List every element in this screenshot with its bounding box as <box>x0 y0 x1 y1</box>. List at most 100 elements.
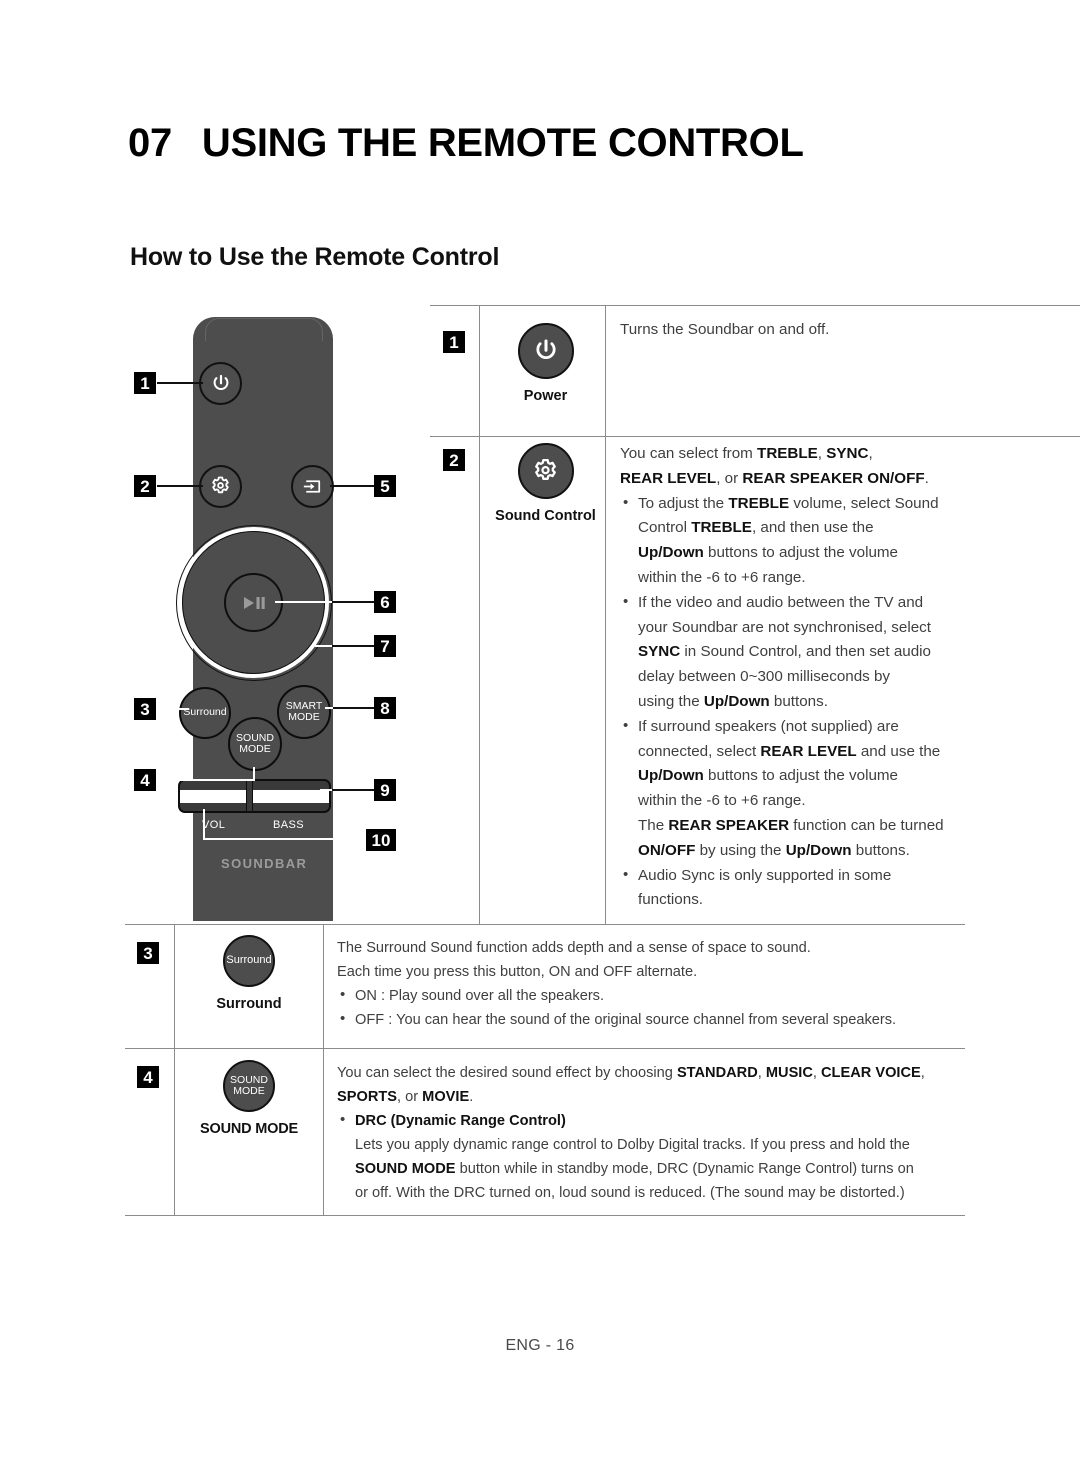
rocker-band <box>180 790 329 803</box>
list-item: ON : Play sound over all the speakers. <box>337 983 1077 1008</box>
table-row-2-icon-label: Sound Control <box>495 508 596 524</box>
source-input-icon <box>303 480 321 493</box>
callout-badge-6: 6 <box>374 591 396 613</box>
table-row-1-text: Turns the Soundbar on and off. <box>620 318 955 343</box>
leader-line-10-h <box>203 838 370 840</box>
table-vline-icon-bottom <box>323 924 325 1215</box>
remote-top-inset <box>205 318 323 341</box>
power-icon <box>213 374 228 390</box>
remote-surround-label: Surround <box>183 706 227 719</box>
gear-icon <box>212 476 229 494</box>
remote-vol-label: VOL <box>202 819 226 831</box>
table-rule-bottom <box>125 1215 965 1217</box>
remote-brand-label: SOUNDBAR <box>221 856 308 871</box>
table-rule-top <box>430 305 1080 307</box>
callout-badge-1: 1 <box>134 372 156 394</box>
remote-smart-mode-button: SMART MODE <box>277 685 331 739</box>
row2-line-1: You can select from TREBLE, SYNC, <box>620 445 873 462</box>
callout-badge-10: 10 <box>366 829 396 851</box>
table-row-3-icon-cell: Surround Surround <box>187 935 311 1012</box>
table-row-3-text: The Surround Sound function adds depth a… <box>337 936 1077 1032</box>
row4-bullets: DRC (Dynamic Range Control) Lets you app… <box>337 1108 1080 1205</box>
callout-badge-7: 7 <box>374 635 396 657</box>
chapter-title: USING THE REMOTE CONTROL <box>201 121 804 165</box>
leader-line-9 <box>332 789 377 791</box>
rocker-divider <box>246 781 253 811</box>
remote-sound-mode-label: SOUND MODE <box>236 732 274 755</box>
remote-power-button <box>199 362 242 405</box>
leader-line-2 <box>157 485 203 487</box>
leader-line-6 <box>332 601 377 603</box>
play-pause-icon <box>243 596 265 609</box>
remote-control-diagram: Surround SMART MODE SOUND MODE VOL BASS … <box>125 305 430 925</box>
page-footer: ENG - 16 <box>505 1337 575 1354</box>
table-row-1-icon-label: Power <box>523 388 568 404</box>
table-row-2-icon-cell: Sound Control <box>493 443 598 524</box>
sound-mode-graphic-line2: MODE <box>233 1085 265 1097</box>
table-row-3-number: 3 <box>137 942 159 964</box>
row2-bullets: To adjust the TREBLE volume, select Soun… <box>620 491 970 914</box>
table-rule-2 <box>125 924 965 926</box>
list-item: Audio Sync is only supported in some fun… <box>620 863 970 914</box>
leader-line-6-white <box>275 601 333 603</box>
leader-line-8 <box>333 707 377 709</box>
power-icon <box>535 339 556 359</box>
row1-line-1: Turns the Soundbar on and off. <box>620 321 830 338</box>
table-row-2-text: You can select from TREBLE, SYNC, REAR L… <box>620 442 970 913</box>
leader-line-7 <box>332 645 377 647</box>
sound-mode-line2: MODE <box>239 743 271 755</box>
list-item: OFF : You can hear the sound of the orig… <box>337 1007 1077 1032</box>
smart-mode-line2: MODE <box>288 711 320 723</box>
table-row-4-icon-label: SOUND MODE <box>200 1121 298 1137</box>
surround-graphic-label: Surround <box>226 954 272 967</box>
remote-volume-bass-rocker <box>178 779 331 813</box>
table-vline-text-top <box>605 305 607 924</box>
remote-source-button <box>291 465 334 508</box>
callout-badge-5: 5 <box>374 475 396 497</box>
list-item: To adjust the TREBLE volume, select Soun… <box>620 491 970 591</box>
sound-mode-graphic-label: SOUND MODE <box>230 1074 268 1097</box>
callout-badge-4: 4 <box>134 769 156 791</box>
remote-sound-mode-button: SOUND MODE <box>228 717 282 771</box>
row2-line-2: REAR LEVEL, or REAR SPEAKER ON/OFF. <box>620 469 929 487</box>
table-vline-num <box>174 924 176 1215</box>
leader-line-3 <box>157 708 189 710</box>
power-button-graphic <box>517 323 574 379</box>
chapter-heading: 07 USING THE REMOTE CONTROL <box>128 121 968 166</box>
callout-badge-2: 2 <box>134 475 156 497</box>
table-row-4-icon-cell: SOUND MODE SOUND MODE <box>177 1060 321 1137</box>
sound-control-button-graphic <box>517 443 574 499</box>
chapter-number: 07 <box>128 121 172 165</box>
table-row-1-number: 1 <box>443 331 465 353</box>
callout-badge-3: 3 <box>134 698 156 720</box>
list-item: DRC (Dynamic Range Control) Lets you app… <box>337 1108 1080 1205</box>
table-row-2-number: 2 <box>443 449 465 471</box>
remote-bass-label: BASS <box>273 819 304 831</box>
surround-button-graphic: Surround <box>223 935 275 987</box>
remote-sound-control-button <box>199 465 242 508</box>
callout-badge-8: 8 <box>374 697 396 719</box>
table-row-4-text: You can select the desired sound effect … <box>337 1061 1080 1205</box>
leader-line-1 <box>157 382 203 384</box>
remote-smart-mode-label: SMART MODE <box>286 700 323 723</box>
sound-mode-button-graphic: SOUND MODE <box>223 1060 275 1112</box>
row3-bullets: ON : Play sound over all the speakers. O… <box>337 983 1077 1032</box>
leader-line-4-h <box>157 779 255 781</box>
manual-page: 07 USING THE REMOTE CONTROL How to Use th… <box>0 0 1080 1479</box>
row3-line-2: Each time you press this button, ON and … <box>337 964 698 980</box>
row4-line-1: You can select the desired sound effect … <box>337 1065 925 1081</box>
row4-line-2: SPORTS, or MOVIE. <box>337 1089 474 1105</box>
leader-line-10-v <box>203 809 205 839</box>
list-item: If surround speakers (not supplied) are … <box>620 714 970 864</box>
table-rule-3 <box>125 1048 965 1050</box>
list-item: If the video and audio between the TV an… <box>620 590 970 715</box>
gear-icon <box>535 458 556 480</box>
table-row-4-number: 4 <box>137 1066 159 1088</box>
leader-line-5 <box>330 485 378 487</box>
table-rule-1 <box>430 436 1080 438</box>
callout-badge-9: 9 <box>374 779 396 801</box>
section-title: How to Use the Remote Control <box>130 243 500 271</box>
remote-surround-button: Surround <box>179 687 231 739</box>
table-row-1-icon-cell: Power <box>493 323 598 404</box>
table-row-3-icon-label: Surround <box>216 996 282 1012</box>
